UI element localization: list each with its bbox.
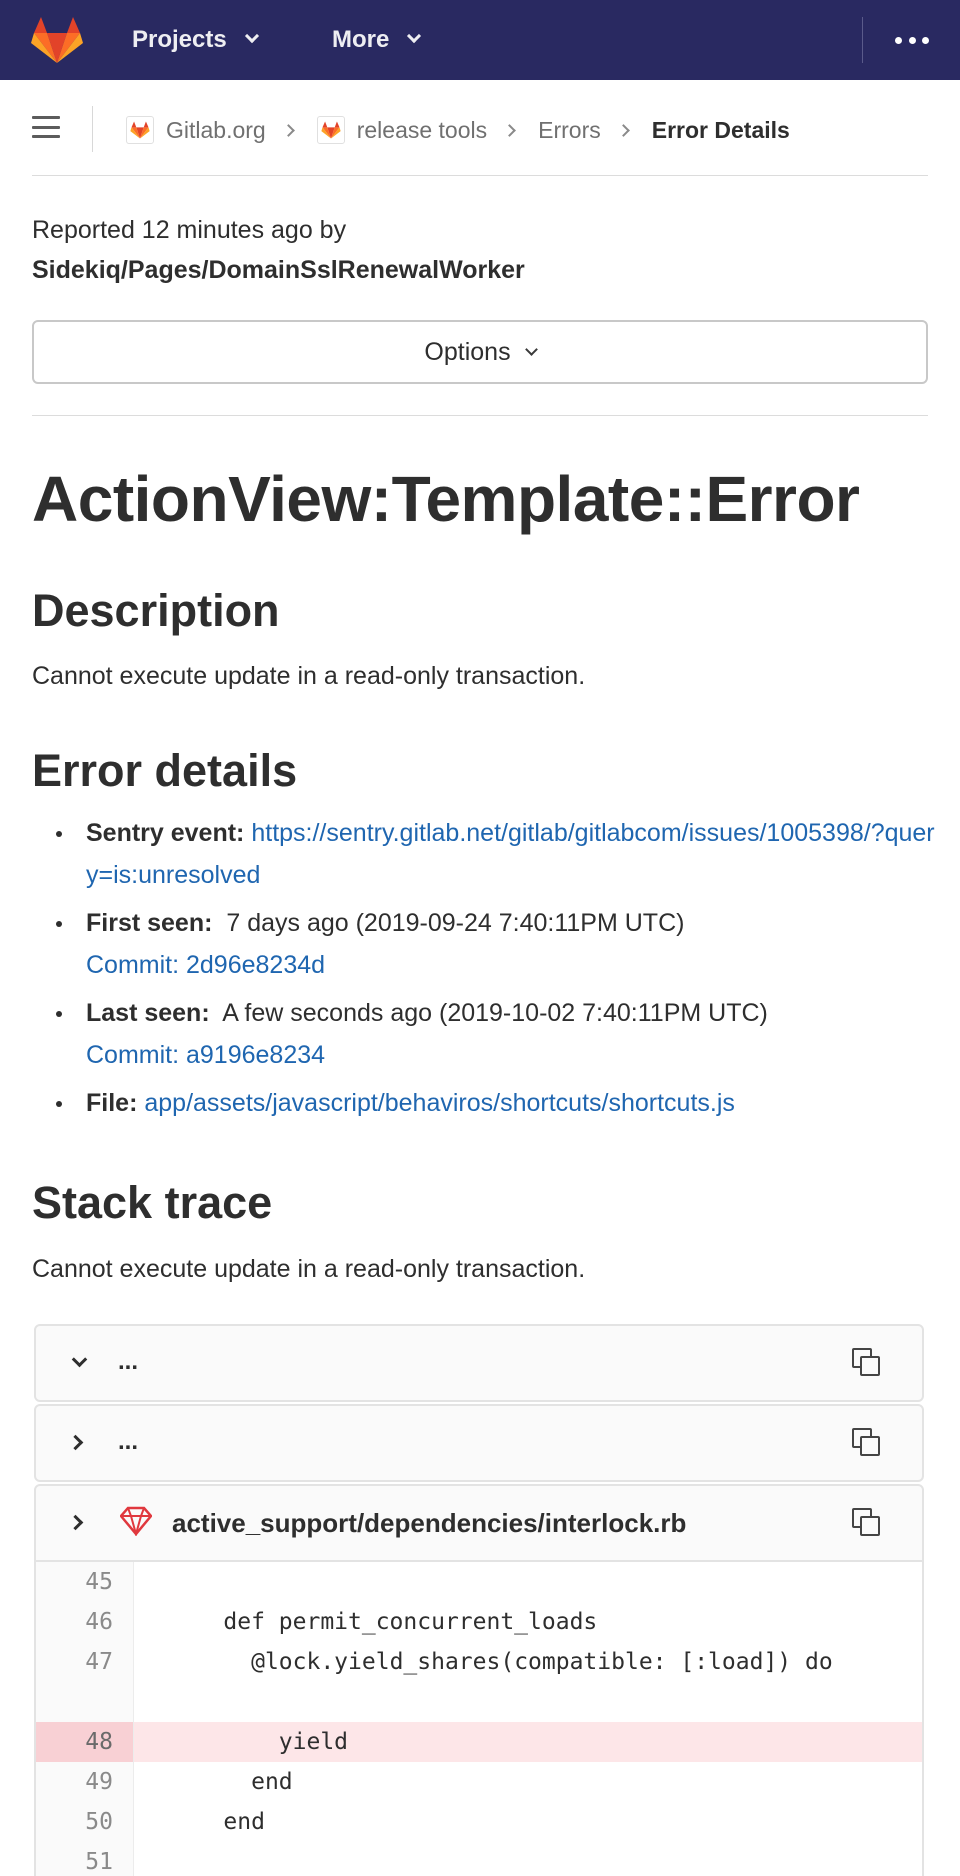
breadcrumb-item-error-details[interactable]: Error Details (652, 117, 790, 144)
breadcrumb: Gitlab.org release tools Errors Error De… (0, 80, 960, 176)
gitlab-tanuki-icon (126, 116, 154, 144)
list-item: File: app/assets/javascript/behaviros/sh… (56, 1082, 936, 1124)
chevron-right-icon[interactable] (67, 1514, 84, 1531)
breadcrumb-label: Error Details (651, 116, 790, 143)
line-number: 50 (36, 1802, 134, 1842)
line-code: end (168, 1809, 265, 1835)
chevron-down-icon (244, 28, 259, 44)
chevron-down-icon[interactable] (71, 1351, 88, 1368)
options-label: Options (424, 337, 511, 366)
line-number: 46 (36, 1602, 134, 1642)
code-line: 45 (36, 1562, 922, 1602)
error-title: ActionView:Template::Error (32, 463, 860, 535)
code-snippet: 45 46 def permit_concurrent_loads 47 @lo… (36, 1560, 922, 1876)
divider (32, 175, 928, 176)
breadcrumb-item-release-tools[interactable]: release tools (316, 116, 488, 144)
last-seen-label: Last seen: (86, 999, 210, 1027)
first-seen-value: 7 days ago (2019-09-24 7:40:11PM UTC) (226, 909, 685, 937)
error-details-heading: Error details (32, 745, 298, 796)
stack-frame-label: ... (118, 1428, 139, 1455)
stack-trace-heading: Stack trace (32, 1177, 273, 1228)
culprit-name: Sidekiq/Pages/DomainSslRenewalWorker (32, 256, 525, 284)
first-seen-commit-link[interactable]: Commit: 2d96e8234d (86, 951, 325, 979)
topbar-divider (862, 17, 863, 63)
reported-text: Reported 12 minutes ago by (32, 216, 347, 244)
stack-frame-file-name: active_support/dependencies/interlock.rb (172, 1508, 687, 1538)
nav-more-dropdown[interactable]: More (332, 0, 422, 80)
list-item: Last seen: A few seconds ago (2019-10-02… (56, 992, 936, 1076)
copy-icon[interactable] (852, 1348, 880, 1376)
error-details-list: Sentry event: https://sentry.gitlab.net/… (56, 812, 936, 1130)
list-item: First seen: 7 days ago (2019-09-24 7:40:… (56, 902, 936, 986)
line-number: 45 (36, 1562, 134, 1602)
code-line: 49 end (36, 1762, 922, 1802)
chevron-right-icon (503, 123, 517, 137)
last-seen-value: A few seconds ago (2019-10-02 7:40:11PM … (222, 999, 768, 1027)
chevron-right-icon (616, 123, 630, 137)
code-line: 51 (36, 1842, 922, 1876)
stack-frame-header[interactable]: ... (36, 1326, 922, 1400)
top-navbar: Projects More (0, 0, 960, 80)
line-code: @lock.yield_shares(compatible: [:load]) … (168, 1649, 833, 1675)
line-number: 49 (36, 1762, 134, 1802)
gitlab-logo-icon[interactable] (30, 16, 84, 64)
stack-frame-header[interactable]: ... (36, 1406, 922, 1480)
chevron-right-icon[interactable] (67, 1434, 84, 1451)
file-label: File: (86, 1089, 138, 1117)
first-seen-label: First seen: (86, 909, 213, 937)
stack-trace-message: Cannot execute update in a read-only tra… (32, 1255, 586, 1283)
sentry-event-label: Sentry event: (86, 819, 245, 847)
breadcrumb-divider (92, 106, 93, 152)
copy-icon[interactable] (852, 1428, 880, 1456)
nav-more-label: More (332, 26, 390, 53)
breadcrumb-list: Gitlab.org release tools Errors Error De… (126, 110, 790, 150)
list-item: Sentry event: https://sentry.gitlab.net/… (56, 812, 936, 896)
stack-frame: active_support/dependencies/interlock.rb… (34, 1484, 924, 1876)
hamburger-menu-icon[interactable] (32, 116, 60, 138)
code-line: 46 def permit_concurrent_loads (36, 1602, 922, 1642)
stack-frame-header[interactable]: active_support/dependencies/interlock.rb (36, 1486, 922, 1560)
breadcrumb-label: Gitlab.org (166, 116, 266, 143)
line-number: 47 (36, 1642, 134, 1722)
stack-frame: ... (34, 1404, 924, 1482)
chevron-down-icon (524, 342, 538, 356)
copy-icon[interactable] (852, 1508, 880, 1536)
line-number: 48 (36, 1722, 134, 1762)
gitlab-tanuki-icon (316, 116, 345, 144)
more-options-icon[interactable] (895, 30, 929, 50)
options-dropdown-button[interactable]: Options (32, 320, 928, 384)
chevron-right-icon (281, 123, 295, 137)
stack-frame-label: ... (118, 1348, 139, 1375)
breadcrumb-label: release tools (356, 116, 488, 143)
code-line: 50 end (36, 1802, 922, 1842)
file-link[interactable]: app/assets/javascript/behaviros/shortcut… (144, 1089, 735, 1117)
breadcrumb-item-gitlab-org[interactable]: Gitlab.org (126, 116, 266, 144)
line-code: end (168, 1769, 293, 1795)
description-text: Cannot execute update in a read-only tra… (32, 662, 586, 690)
chevron-down-icon (407, 28, 422, 44)
last-seen-commit-link[interactable]: Commit: a9196e8234 (86, 1041, 325, 1069)
ruby-gem-icon (120, 1506, 152, 1536)
code-line-highlighted: 48 yield (36, 1722, 922, 1762)
stack-frame: ... (34, 1324, 924, 1402)
code-line: 47 @lock.yield_shares(compatible: [:load… (36, 1642, 922, 1722)
line-number: 51 (36, 1842, 134, 1876)
nav-projects-dropdown[interactable]: Projects (132, 0, 259, 80)
breadcrumb-label: Errors (538, 116, 601, 143)
line-code: yield (134, 1722, 922, 1762)
description-heading: Description (32, 585, 280, 636)
divider (32, 415, 928, 416)
line-code: def permit_concurrent_loads (168, 1609, 598, 1635)
nav-projects-label: Projects (132, 26, 227, 53)
breadcrumb-item-errors[interactable]: Errors (538, 117, 601, 144)
